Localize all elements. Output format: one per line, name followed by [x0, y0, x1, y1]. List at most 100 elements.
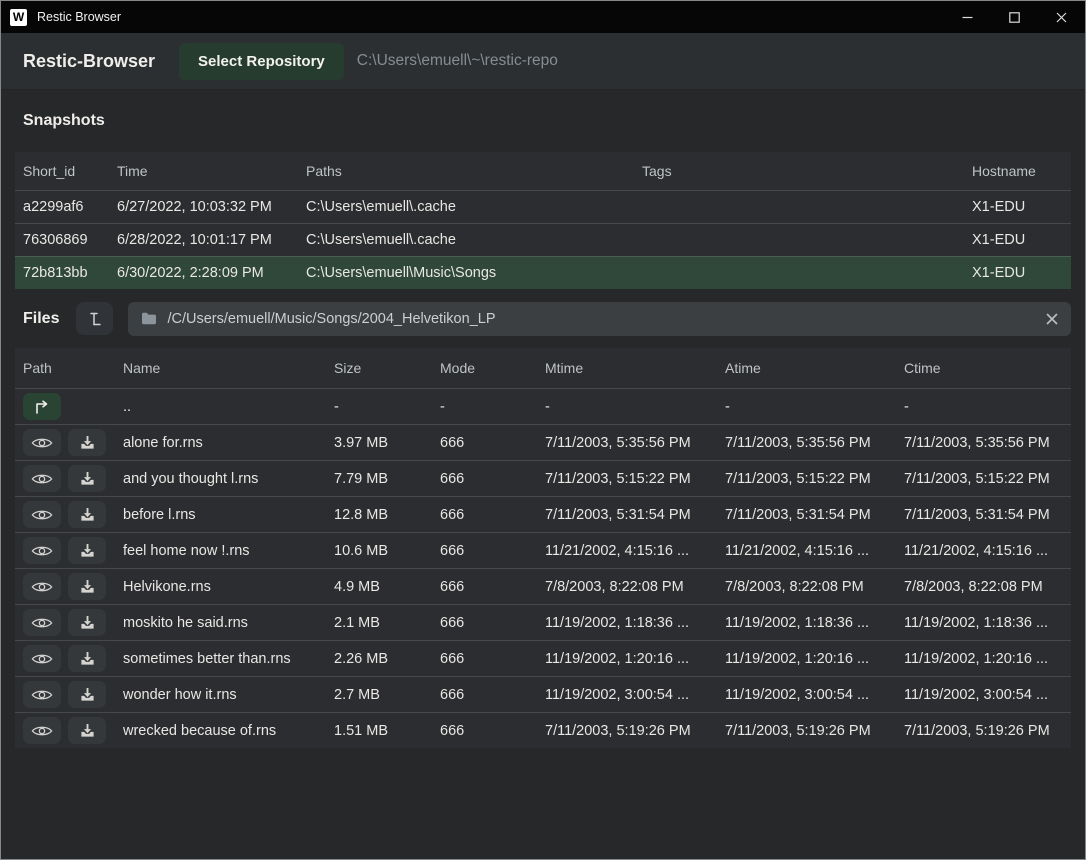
download-icon	[80, 471, 95, 486]
file-row[interactable]: sometimes better than.rns2.26 MB66611/19…	[15, 640, 1071, 676]
column-header-atime: Atime	[717, 360, 896, 376]
restore-file-button[interactable]	[68, 429, 106, 456]
files-table: PathNameSizeModeMtimeAtimeCtime..-----al…	[15, 348, 1071, 748]
file-name: feel home now !.rns	[115, 543, 326, 559]
snapshot-row[interactable]: 763068696/28/2022, 10:01:17 PMC:\Users\e…	[15, 223, 1071, 256]
file-size: 10.6 MB	[326, 543, 432, 559]
restore-file-button[interactable]	[68, 465, 106, 492]
column-header-hostname: Hostname	[964, 163, 1071, 179]
column-header-short_id: Short_id	[15, 163, 109, 179]
file-name: alone for.rns	[115, 435, 326, 451]
preview-file-button[interactable]	[23, 537, 61, 564]
file-size: 4.9 MB	[326, 579, 432, 595]
file-row[interactable]: wonder how it.rns2.7 MB66611/19/2002, 3:…	[15, 676, 1071, 712]
file-row[interactable]: before l.rns12.8 MB6667/11/2003, 5:31:54…	[15, 496, 1071, 532]
preview-file-button[interactable]	[23, 681, 61, 708]
file-mode: 666	[432, 687, 537, 703]
list-mode-button[interactable]	[76, 302, 113, 335]
file-mtime: 11/19/2002, 1:20:16 ...	[537, 651, 717, 667]
file-mtime: 7/11/2003, 5:31:54 PM	[537, 507, 717, 523]
file-size: 2.7 MB	[326, 687, 432, 703]
files-header-row: PathNameSizeModeMtimeAtimeCtime	[15, 348, 1071, 388]
snapshots-heading: Snapshots	[1, 90, 1085, 152]
file-atime: 7/11/2003, 5:15:22 PM	[717, 471, 896, 487]
snapshots-table: Short_idTimePathsTagsHostnamea2299af66/2…	[15, 152, 1071, 289]
file-ctime: 11/19/2002, 1:18:36 ...	[896, 615, 1071, 631]
column-header-name: Name	[115, 360, 326, 376]
row-actions	[15, 465, 115, 492]
file-name: ..	[115, 399, 326, 415]
column-header-ctime: Ctime	[896, 360, 1071, 376]
restore-file-button[interactable]	[68, 645, 106, 672]
snapshot-short-id: 76306869	[15, 232, 109, 248]
preview-file-button[interactable]	[23, 645, 61, 672]
download-icon	[80, 543, 95, 558]
file-row[interactable]: wrecked because of.rns1.51 MB6667/11/200…	[15, 712, 1071, 748]
folder-icon	[141, 312, 157, 325]
download-icon	[80, 579, 95, 594]
file-mode: -	[432, 399, 537, 415]
file-mode: 666	[432, 615, 537, 631]
eye-icon	[31, 724, 53, 738]
clear-path-button[interactable]	[1036, 313, 1058, 325]
file-mtime: 7/11/2003, 5:35:56 PM	[537, 435, 717, 451]
file-ctime: 7/11/2003, 5:15:22 PM	[896, 471, 1071, 487]
snapshot-hostname: X1-EDU	[964, 199, 1071, 215]
file-path-value: /C/Users/emuell/Music/Songs/2004_Helveti…	[167, 311, 495, 327]
file-row[interactable]: moskito he said.rns2.1 MB66611/19/2002, …	[15, 604, 1071, 640]
column-header-time: Time	[109, 163, 298, 179]
restore-file-button[interactable]	[68, 681, 106, 708]
file-name: moskito he said.rns	[115, 615, 326, 631]
snapshot-row[interactable]: 72b813bb6/30/2022, 2:28:09 PMC:\Users\em…	[15, 256, 1071, 289]
row-actions	[15, 429, 115, 456]
preview-file-button[interactable]	[23, 717, 61, 744]
snapshot-time: 6/30/2022, 2:28:09 PM	[109, 265, 298, 281]
file-ctime: 7/8/2003, 8:22:08 PM	[896, 579, 1071, 595]
file-name: wonder how it.rns	[115, 687, 326, 703]
snapshot-paths: C:\Users\emuell\.cache	[298, 232, 634, 248]
restore-file-button[interactable]	[68, 537, 106, 564]
preview-file-button[interactable]	[23, 429, 61, 456]
row-actions	[15, 537, 115, 564]
file-size: 1.51 MB	[326, 723, 432, 739]
file-size: 2.26 MB	[326, 651, 432, 667]
eye-icon	[31, 508, 53, 522]
preview-file-button[interactable]	[23, 573, 61, 600]
file-mode: 666	[432, 435, 537, 451]
restore-file-button[interactable]	[68, 501, 106, 528]
parent-dir-row[interactable]: ..-----	[15, 388, 1071, 424]
row-actions	[15, 501, 115, 528]
file-path-bar[interactable]: /C/Users/emuell/Music/Songs/2004_Helveti…	[128, 302, 1071, 336]
file-row[interactable]: alone for.rns3.97 MB6667/11/2003, 5:35:5…	[15, 424, 1071, 460]
list-mode-icon	[87, 311, 103, 327]
preview-file-button[interactable]	[23, 501, 61, 528]
file-row[interactable]: and you thought l.rns7.79 MB6667/11/2003…	[15, 460, 1071, 496]
parent-dir-button[interactable]	[23, 393, 61, 420]
eye-icon	[31, 688, 53, 702]
file-atime: 11/21/2002, 4:15:16 ...	[717, 543, 896, 559]
file-name: Helvikone.rns	[115, 579, 326, 595]
restore-file-button[interactable]	[68, 573, 106, 600]
file-atime: 7/11/2003, 5:35:56 PM	[717, 435, 896, 451]
restore-file-button[interactable]	[68, 717, 106, 744]
eye-icon	[31, 652, 53, 666]
maximize-button[interactable]	[991, 1, 1038, 33]
close-button[interactable]	[1038, 1, 1085, 33]
clear-path-icon	[1046, 313, 1058, 325]
file-atime: 11/19/2002, 1:20:16 ...	[717, 651, 896, 667]
file-row[interactable]: feel home now !.rns10.6 MB66611/21/2002,…	[15, 532, 1071, 568]
window-controls	[944, 1, 1085, 33]
preview-file-button[interactable]	[23, 609, 61, 636]
file-ctime: 7/11/2003, 5:35:56 PM	[896, 435, 1071, 451]
minimize-button[interactable]	[944, 1, 991, 33]
eye-icon	[31, 616, 53, 630]
restore-file-button[interactable]	[68, 609, 106, 636]
snapshot-row[interactable]: a2299af66/27/2022, 10:03:32 PMC:\Users\e…	[15, 190, 1071, 223]
file-atime: 7/11/2003, 5:31:54 PM	[717, 507, 896, 523]
preview-file-button[interactable]	[23, 465, 61, 492]
select-repository-button[interactable]: Select Repository	[179, 43, 344, 80]
file-row[interactable]: Helvikone.rns4.9 MB6667/8/2003, 8:22:08 …	[15, 568, 1071, 604]
file-ctime: 11/21/2002, 4:15:16 ...	[896, 543, 1071, 559]
download-icon	[80, 723, 95, 738]
up-arrow-icon	[33, 400, 51, 414]
